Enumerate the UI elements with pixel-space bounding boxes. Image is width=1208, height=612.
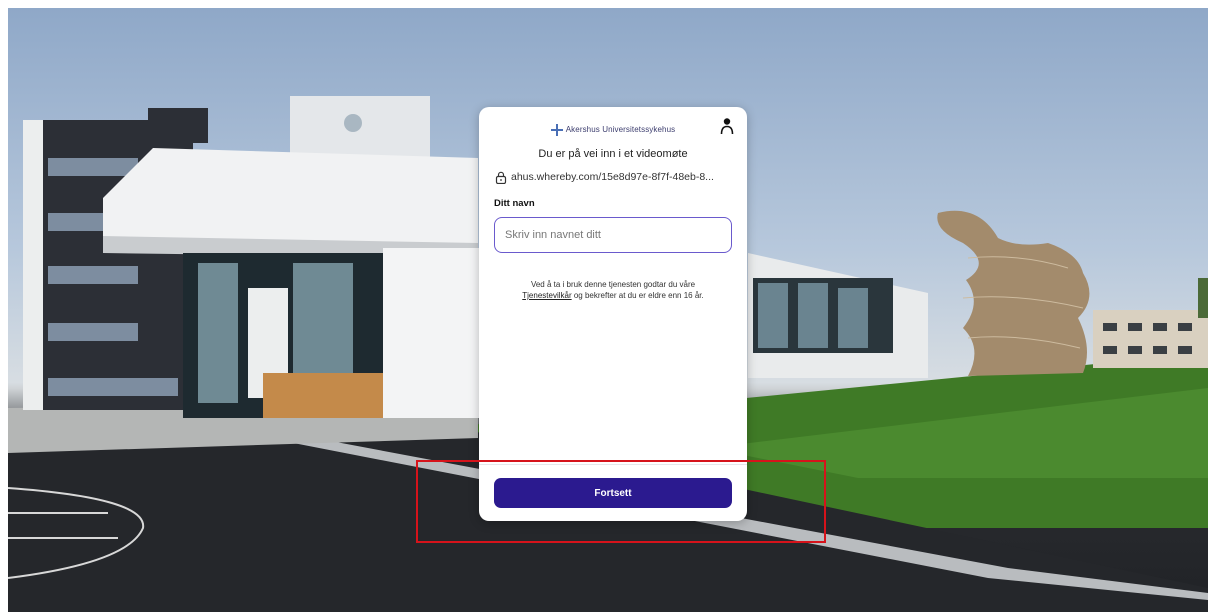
terms-text: Ved å ta i bruk denne tjenesten godtar d… (499, 279, 727, 301)
lock-icon (495, 171, 507, 184)
brand-header: Akershus Universitetssykehus (479, 124, 747, 136)
join-meeting-card: Akershus Universitetssykehus Du er på ve… (479, 107, 747, 521)
profile-icon[interactable] (719, 117, 735, 135)
cross-logo-icon (550, 124, 563, 136)
name-field-label: Ditt navn (494, 198, 535, 209)
highlight-box (416, 460, 826, 543)
terms-link[interactable]: Tjenestevilkår (522, 291, 571, 300)
terms-text-after: og bekrefter at du er eldre enn 16 år. (571, 291, 704, 300)
name-input[interactable] (494, 217, 732, 253)
page-title: Du er på vei inn i et videomøte (538, 148, 688, 160)
room-url-row: ahus.whereby.com/15e8d97e-8f7f-48eb-8... (495, 169, 714, 185)
brand-name: Akershus Universitetssykehus (565, 125, 676, 135)
room-url: ahus.whereby.com/15e8d97e-8f7f-48eb-8... (511, 171, 714, 183)
terms-text-before: Ved å ta i bruk denne tjenesten godtar d… (530, 280, 696, 289)
